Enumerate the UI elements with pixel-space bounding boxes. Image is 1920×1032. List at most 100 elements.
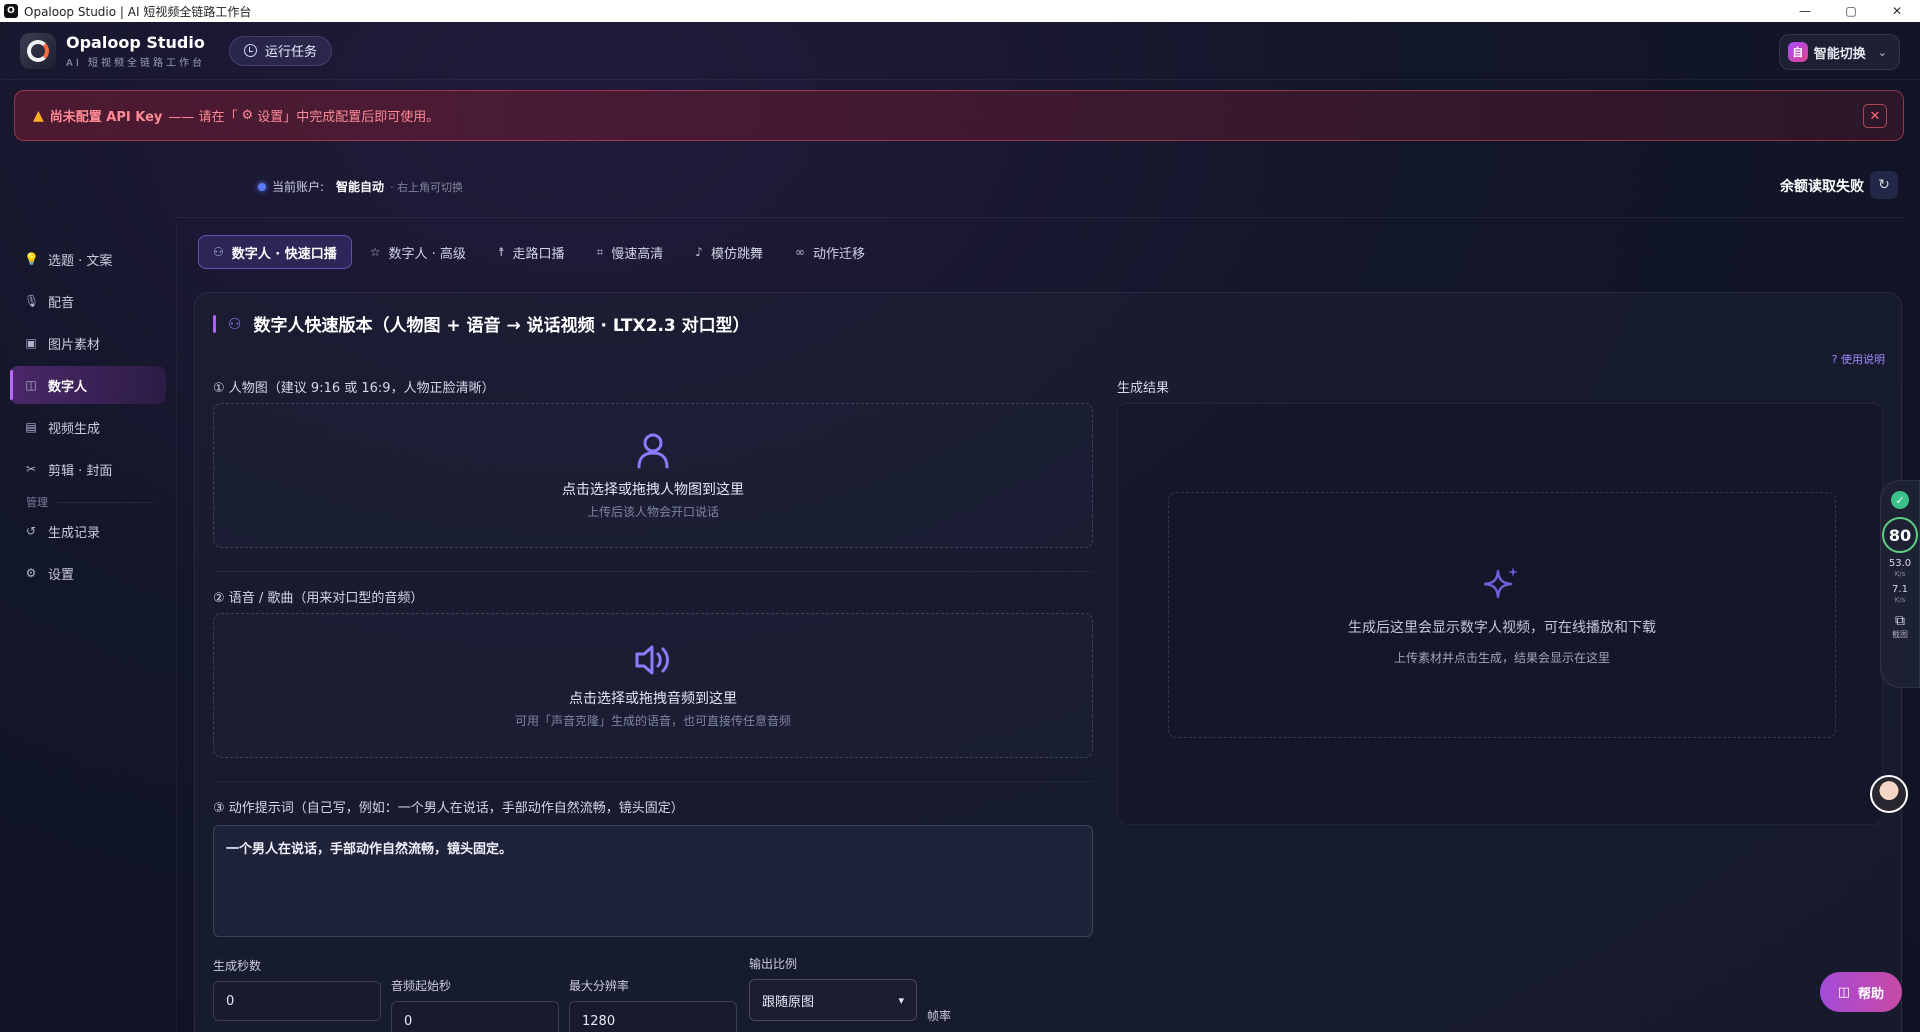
tab-walk-talk[interactable]: ☨ 走路口播 [484,235,579,269]
brand-subtitle: AI 短视频全链路工作台 [66,57,205,69]
screenshot-icon: ⧉ [1895,613,1905,629]
close-icon: ✕ [1869,108,1881,124]
upload-speed: 53.0 K/s [1889,559,1911,579]
tab-dance[interactable]: ♪ 模仿跳舞 [681,235,777,269]
account-value: 智能自动 [336,180,385,194]
sidebar-item-video[interactable]: ▤ 视频生成 [10,408,166,446]
chevron-down-icon: ▾ [898,993,904,1007]
brand-name: Opaloop Studio [66,32,205,52]
section-prompt-label: ③ 动作提示词（自己写，例如：一个男人在说话，手部动作自然流畅，镜头固定） [213,801,684,816]
scan-icon: ⌗ [596,244,604,259]
tab-slow-hd[interactable]: ⌗ 慢速高清 [583,235,678,269]
sidebar-item-digital-human[interactable]: ◫ 数字人 [10,366,166,404]
sidebar-item-topics[interactable]: 💡 选题 · 文案 [10,240,166,278]
maximize-button[interactable]: ▢ [1828,0,1874,22]
gear-icon: ⚙ [241,108,254,123]
account-status: 当前账户: 智能自动 · 右上角可切换 [258,178,463,195]
max-resolution-input[interactable]: 1280 [569,1001,737,1032]
sidebar-item-settings[interactable]: ⚙ 设置 [10,554,166,592]
sidebar: 💡 选题 · 文案 🎙 配音 ▣ 图片素材 ◫ 数字人 ▤ 视频生成 ✂ 剪辑 … [0,240,176,596]
chevron-down-icon: ⌄ [1877,45,1887,59]
system-monitor-widget: ✓ 80 53.0 K/s 7.1 K/s ⧉ 截图 [1880,480,1920,688]
walk-icon: ☨ [497,245,505,259]
tab-label: 动作迁移 [812,246,865,262]
download-speed-unit: K/s [1894,596,1906,604]
alert-settings-word: 设置 [257,110,284,125]
robot-icon: ◫ [25,378,37,392]
account-label: 当前账户: [272,180,325,194]
image-icon: ▣ [25,336,37,350]
tab-quick-talk[interactable]: ⚇ 数字人 · 快速口播 [198,235,352,269]
motion-prompt-textarea[interactable]: 一个男人在说话，手部动作自然流畅，镜头固定。 [213,825,1093,937]
tab-label: 数字人 · 高级 [388,246,466,262]
star-icon: ☆ [369,245,381,259]
close-alert-button[interactable]: ✕ [1863,104,1887,128]
person-icon: ⚇ [213,245,224,259]
sidebar-item-label: 图片素材 [48,337,101,353]
api-key-alert: ▲ 尚未配置 API Key —— 请在「 ⚙ 设置 」中完成配置后即可使用。 … [14,90,1904,141]
result-sub-text: 上传素材并点击生成，结果会显示在这里 [1393,650,1610,665]
screenshot-button[interactable]: ⧉ 截图 [1892,613,1908,640]
result-placeholder: 生成后这里会显示数字人视频，可在线播放和下载 上传素材并点击生成，结果会显示在这… [1168,492,1836,738]
dropzone-sub-text: 上传后该人物会开口说话 [586,505,719,519]
sidebar-item-history[interactable]: ↺ 生成记录 [10,512,166,550]
result-main-text: 生成后这里会显示数字人视频，可在线播放和下载 [1348,619,1656,636]
check-icon: ✓ [1891,491,1909,509]
alert-text: —— 请在「 [168,110,238,125]
divider [213,571,1093,572]
account-switch-dropdown[interactable]: 自 智能切换 ⌄ [1778,34,1900,70]
sidebar-item-voiceover[interactable]: 🎙 配音 [10,282,166,320]
output-ratio-label: 输出比例 [749,957,798,971]
help-button[interactable]: ◫ 帮助 [1819,972,1902,1012]
audio-start-label: 音频起始秒 [391,979,452,993]
lightbulb-icon: 💡 [24,252,39,266]
account-switch-label: 智能切换 [1813,46,1866,62]
account-hint: · 右上角可切换 [390,180,464,194]
tab-motion-transfer[interactable]: ∞ 动作迁移 [781,235,879,269]
gen-seconds-label: 生成秒数 [213,959,262,973]
screenshot-label: 截图 [1892,630,1908,639]
sidebar-group-manage: 管理 [26,494,154,510]
refresh-balance-button[interactable]: ↻ [1870,171,1898,199]
close-window-button[interactable]: ✕ [1874,0,1920,22]
upload-speed-unit: K/s [1894,570,1906,578]
app-header: Opaloop Studio AI 短视频全链路工作台 运行任务 自 智能切换 … [0,22,1920,80]
alert-strong-text: 尚未配置 API Key [49,110,163,125]
sidebar-item-label: 生成记录 [48,525,101,541]
tab-label: 数字人 · 快速口播 [231,246,337,262]
download-speed-value: 7.1 [1892,584,1908,595]
gear-icon: ⚙ [25,566,37,580]
window-controls: — ▢ ✕ [1782,0,1920,22]
sidebar-group-label: 管理 [26,496,48,509]
audio-start-input[interactable]: 0 [391,1001,559,1032]
brand: Opaloop Studio AI 短视频全链路工作台 [66,33,205,69]
run-tasks-button[interactable]: 运行任务 [228,35,332,66]
sidebar-item-label: 选题 · 文案 [48,253,113,269]
minimize-button[interactable]: — [1782,0,1828,22]
help-button-label: 帮助 [1857,986,1884,1002]
tab-label: 模仿跳舞 [710,246,763,262]
person-image-dropzone[interactable]: 点击选择或拖拽人物图到这里 上传后该人物会开口说话 [213,403,1093,548]
output-ratio-select[interactable]: 跟随原图 ▾ [749,979,917,1021]
sidebar-item-editing[interactable]: ✂ 剪辑 · 封面 [10,450,166,488]
app-icon: O [4,4,18,18]
window-titlebar: O Opaloop Studio | AI 短视频全链路工作台 — ▢ ✕ [0,0,1920,22]
output-ratio-value: 跟随原图 [762,994,815,1010]
usage-help-link[interactable]: ? 使用说明 [1832,351,1885,367]
result-area: 生成后这里会显示数字人视频，可在线播放和下载 上传素材并点击生成，结果会显示在这… [1117,403,1883,825]
run-tasks-label: 运行任务 [264,45,317,60]
robot-icon: ◫ [1837,984,1850,1000]
footprints-icon: ∞ [794,245,805,259]
sidebar-item-label: 设置 [48,567,75,583]
assistant-avatar[interactable] [1870,775,1908,813]
digital-human-panel: ⚇ 数字人快速版本（人物图 + 语音 → 说话视频 · LTX2.3 对口型） … [194,292,1902,1032]
performance-score[interactable]: 80 [1882,517,1918,553]
sidebar-item-images[interactable]: ▣ 图片素材 [10,324,166,362]
audio-dropzone[interactable]: 点击选择或拖拽音频到这里 可用「声音克隆」生成的语音，也可直接传任意音频 [213,613,1093,758]
mode-tabs: ⚇ 数字人 · 快速口播 ☆ 数字人 · 高级 ☨ 走路口播 ⌗ 慢速高清 ♪ … [198,235,879,269]
tab-advanced[interactable]: ☆ 数字人 · 高级 [356,235,480,269]
tab-label: 走路口播 [512,246,565,262]
dropzone-main-text: 点击选择或拖拽音频到这里 [569,691,737,707]
panel-title: ⚇ 数字人快速版本（人物图 + 语音 → 说话视频 · LTX2.3 对口型） [213,311,750,336]
gen-seconds-input[interactable]: 0 [213,981,381,1021]
